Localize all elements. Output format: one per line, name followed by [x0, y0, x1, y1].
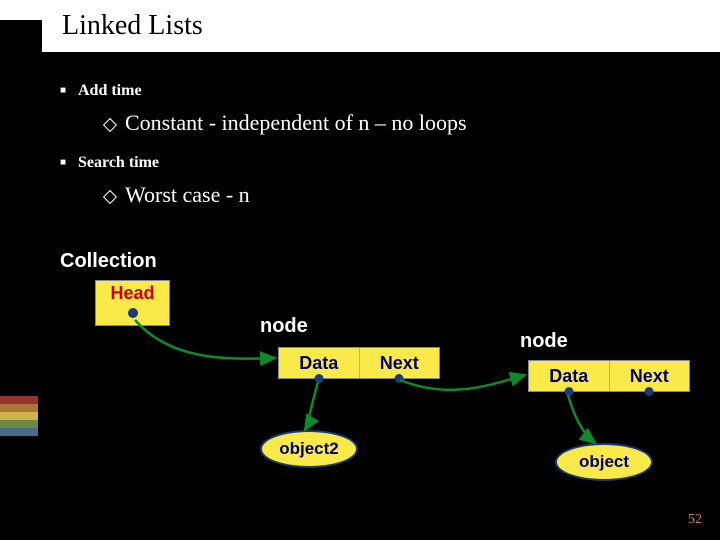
pointer-dot-icon — [395, 374, 404, 383]
node2-data-cell: Data — [529, 361, 610, 391]
node1-next-cell: Next — [360, 348, 440, 378]
object-ellipse: object — [555, 443, 653, 481]
page-title: Linked Lists — [0, 0, 720, 52]
pointer-dot-icon — [645, 387, 654, 396]
node1-box: Data Next — [278, 347, 440, 379]
pointer-dot-icon — [564, 387, 573, 396]
node1-label: node — [260, 315, 308, 338]
bullet-search-time: Search time — [60, 154, 720, 172]
page-number: 52 — [688, 512, 702, 528]
node2-label: node — [520, 330, 568, 353]
head-label: Head — [110, 283, 154, 304]
collection-label: Collection — [60, 250, 157, 273]
node1-data-cell: Data — [279, 348, 360, 378]
head-pointer-icon — [128, 308, 138, 318]
bullet-add-time-detail: Constant - independent of n – no loops — [105, 110, 720, 136]
node2-box: Data Next — [528, 360, 690, 392]
linked-list-diagram: Collection Head node Data Next node Data… — [0, 250, 720, 510]
pointer-dot-icon — [314, 374, 323, 383]
object2-ellipse: object2 — [260, 430, 358, 468]
head-box: Head — [95, 280, 170, 326]
bullet-search-time-detail: Worst case - n — [105, 182, 720, 208]
bullet-add-time: Add time — [60, 82, 720, 100]
node2-next-cell: Next — [610, 361, 690, 391]
